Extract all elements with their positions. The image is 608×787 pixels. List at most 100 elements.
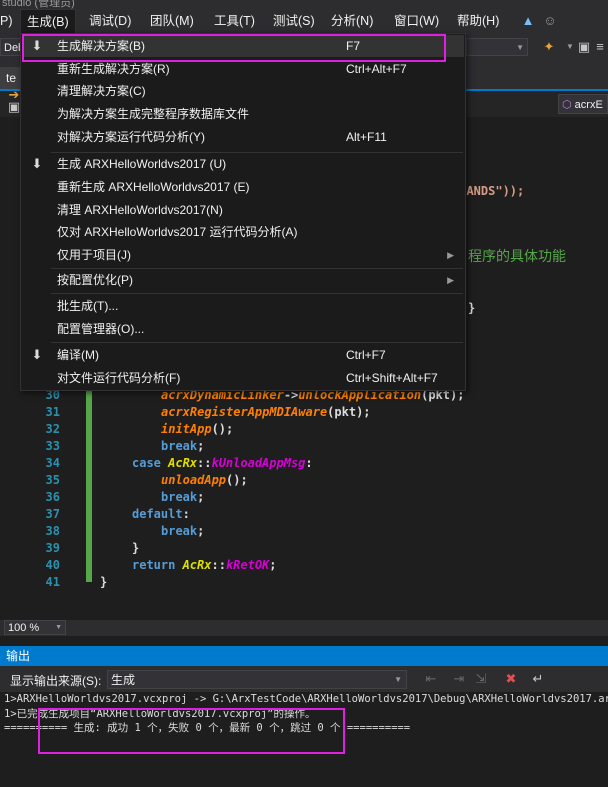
menu-item-label: 重新生成 ARXHelloWorldvs2017 (E) bbox=[57, 180, 250, 194]
line-number: 35 bbox=[45, 473, 60, 487]
menu-debug[interactable]: 调试(D) bbox=[89, 9, 131, 33]
code-token: : bbox=[305, 456, 313, 470]
config-combo[interactable]: Debu bbox=[0, 38, 30, 56]
line-number: 39 bbox=[45, 541, 60, 555]
menu-build[interactable]: 生成(B) bbox=[20, 9, 76, 34]
title-bar: studio (管理员) bbox=[0, 0, 608, 9]
code-line: default: bbox=[132, 506, 190, 523]
build-project-icon: ⬇ bbox=[31, 156, 43, 171]
code-token: return bbox=[132, 558, 183, 572]
highlight-box-build-solution bbox=[22, 34, 446, 62]
feedback-icon[interactable]: ▲ bbox=[520, 13, 536, 29]
code-line: break; bbox=[161, 523, 204, 540]
code-line: case AcRx::kUnloadAppMsg: bbox=[132, 455, 313, 472]
goto-previous-icon[interactable]: ⇤ bbox=[423, 671, 439, 687]
line-number: 38 bbox=[45, 524, 60, 538]
code-token: (); bbox=[211, 422, 234, 436]
tab-active[interactable]: te bbox=[0, 67, 22, 89]
solution-platform-combo[interactable]: ▼ bbox=[466, 38, 528, 56]
change-tracking-bar bbox=[86, 390, 92, 582]
line-number: 41 bbox=[45, 575, 60, 589]
menu-item-analyze-project[interactable]: 仅对 ARXHelloWorldvs2017 运行代码分析(A) bbox=[22, 221, 464, 243]
menu-project[interactable]: P) bbox=[0, 9, 13, 33]
menu-item-project-only[interactable]: 仅用于项目(J) ▶ bbox=[22, 244, 464, 266]
build-menu: ⬇ 生成解决方案(B) F7 重新生成解决方案(R) Ctrl+Alt+F7 清… bbox=[20, 33, 466, 391]
code-token: break bbox=[161, 439, 198, 453]
chevron-down-icon: ▼ bbox=[55, 624, 62, 631]
line-number: 36 bbox=[45, 490, 60, 504]
menu-item-clean-project[interactable]: 清理 ARXHelloWorldvs2017(N) bbox=[22, 199, 464, 221]
code-line: acrxRegisterAppMDIAware(pkt); bbox=[161, 404, 371, 421]
attach-icon[interactable]: ✦ bbox=[541, 39, 557, 55]
menu-bar: P) 生成(B) 调试(D) 团队(M) 工具(T) 测试(S) 分析(N) 窗… bbox=[0, 9, 608, 34]
clear-all-icon[interactable]: ✖ bbox=[503, 671, 519, 687]
menu-item-analyze-file[interactable]: 对文件运行代码分析(F) Ctrl+Shift+Alt+F7 bbox=[22, 367, 464, 389]
menu-item-shortcut: Ctrl+F7 bbox=[346, 348, 386, 362]
code-fragment-brace: } bbox=[468, 301, 476, 315]
find-next-icon[interactable]: ⇲ bbox=[473, 671, 489, 687]
menu-item-batch-build[interactable]: 批生成(T)... bbox=[22, 295, 464, 317]
output-source-combo[interactable]: 生成 ▼ bbox=[107, 670, 407, 689]
menu-help[interactable]: 帮助(H) bbox=[457, 9, 499, 33]
menu-item-compile[interactable]: ⬇ 编译(M) Ctrl+F7 bbox=[22, 344, 464, 366]
code-token: :: bbox=[197, 456, 212, 470]
menu-analyze[interactable]: 分析(N) bbox=[331, 9, 373, 33]
chevron-down-icon: ▼ bbox=[394, 675, 402, 684]
line-number: 33 bbox=[45, 439, 60, 453]
output-title: 输出 bbox=[6, 649, 31, 663]
code-token: break bbox=[161, 490, 198, 504]
member-combo-label: acrxE bbox=[574, 99, 603, 111]
code-token: AcRx bbox=[182, 558, 212, 572]
menu-item-generate-pdb[interactable]: 为解决方案生成完整程序数据库文件 bbox=[22, 103, 464, 125]
bookmark-icon[interactable]: ▣ bbox=[576, 39, 592, 55]
compile-icon: ⬇ bbox=[31, 347, 43, 362]
menu-item-label: 清理解决方案(C) bbox=[57, 84, 146, 98]
menu-item-analyze-solution[interactable]: 对解决方案运行代码分析(Y) Alt+F11 bbox=[22, 126, 464, 148]
output-source-value: 生成 bbox=[111, 673, 136, 687]
menu-item-label: 批生成(T)... bbox=[57, 299, 119, 313]
menu-item-clean-solution[interactable]: 清理解决方案(C) bbox=[22, 80, 464, 102]
menu-window[interactable]: 窗口(W) bbox=[394, 9, 439, 33]
menu-test[interactable]: 测试(S) bbox=[273, 9, 315, 33]
chevron-down-icon: ▼ bbox=[516, 43, 524, 52]
code-token: kUnloadAppMsg bbox=[211, 456, 306, 470]
highlight-box-build-result bbox=[38, 708, 345, 754]
menu-item-label: 对文件运行代码分析(F) bbox=[57, 371, 181, 385]
menu-item-config-manager[interactable]: 配置管理器(O)... bbox=[22, 318, 464, 340]
menu-item-pgo[interactable]: 按配置优化(P) ▶ bbox=[22, 269, 464, 291]
menu-team[interactable]: 团队(M) bbox=[150, 9, 194, 33]
menu-item-rebuild-project[interactable]: 重新生成 ARXHelloWorldvs2017 (E) bbox=[22, 176, 464, 198]
code-line: return AcRx::kRetOK; bbox=[132, 557, 277, 574]
menu-item-label: 仅用于项目(J) bbox=[57, 248, 131, 262]
code-line: } bbox=[132, 540, 139, 557]
output-panel-header: 输出 bbox=[0, 646, 608, 666]
menu-item-label: 清理 ARXHelloWorldvs2017(N) bbox=[57, 203, 223, 217]
zoom-combo[interactable]: 100 % ▼ bbox=[4, 620, 66, 635]
word-wrap-icon[interactable]: ↵ bbox=[530, 671, 546, 687]
quick-launch-icon[interactable]: ☺ bbox=[542, 13, 558, 29]
menu-item-label: 配置管理器(O)... bbox=[57, 322, 145, 336]
code-token: AcRx bbox=[168, 456, 198, 470]
line-number: 37 bbox=[45, 507, 60, 521]
menu-tools[interactable]: 工具(T) bbox=[214, 9, 255, 33]
goto-next-icon[interactable]: ⇥ bbox=[451, 671, 467, 687]
code-token: } bbox=[100, 575, 108, 589]
menu-separator bbox=[51, 342, 463, 343]
line-number: 34 bbox=[45, 456, 60, 470]
output-toolbar: 显示输出来源(S): 生成 ▼ ⇤ ⇥ ⇲ ✖ ↵ bbox=[0, 666, 608, 692]
menu-item-build-project[interactable]: ⬇ 生成 ARXHelloWorldvs2017 (U) bbox=[22, 153, 464, 175]
code-token: ; bbox=[197, 524, 205, 538]
output-source-label: 显示输出来源(S): bbox=[10, 674, 102, 688]
member-combo[interactable]: ⬡ acrxE bbox=[558, 94, 608, 114]
code-token: (); bbox=[226, 473, 248, 487]
menu-item-label: 对解决方案运行代码分析(Y) bbox=[57, 130, 205, 144]
comment-icon[interactable]: ≡ bbox=[592, 39, 608, 55]
code-token: initApp bbox=[161, 422, 212, 436]
code-token: (pkt); bbox=[327, 405, 371, 419]
code-token: unloadApp bbox=[161, 473, 227, 487]
code-line: unloadApp(); bbox=[161, 472, 248, 489]
code-line: break; bbox=[161, 489, 204, 506]
window-title: studio (管理员) bbox=[2, 0, 75, 9]
code-token: : bbox=[182, 507, 190, 521]
line-number: 40 bbox=[45, 558, 60, 572]
